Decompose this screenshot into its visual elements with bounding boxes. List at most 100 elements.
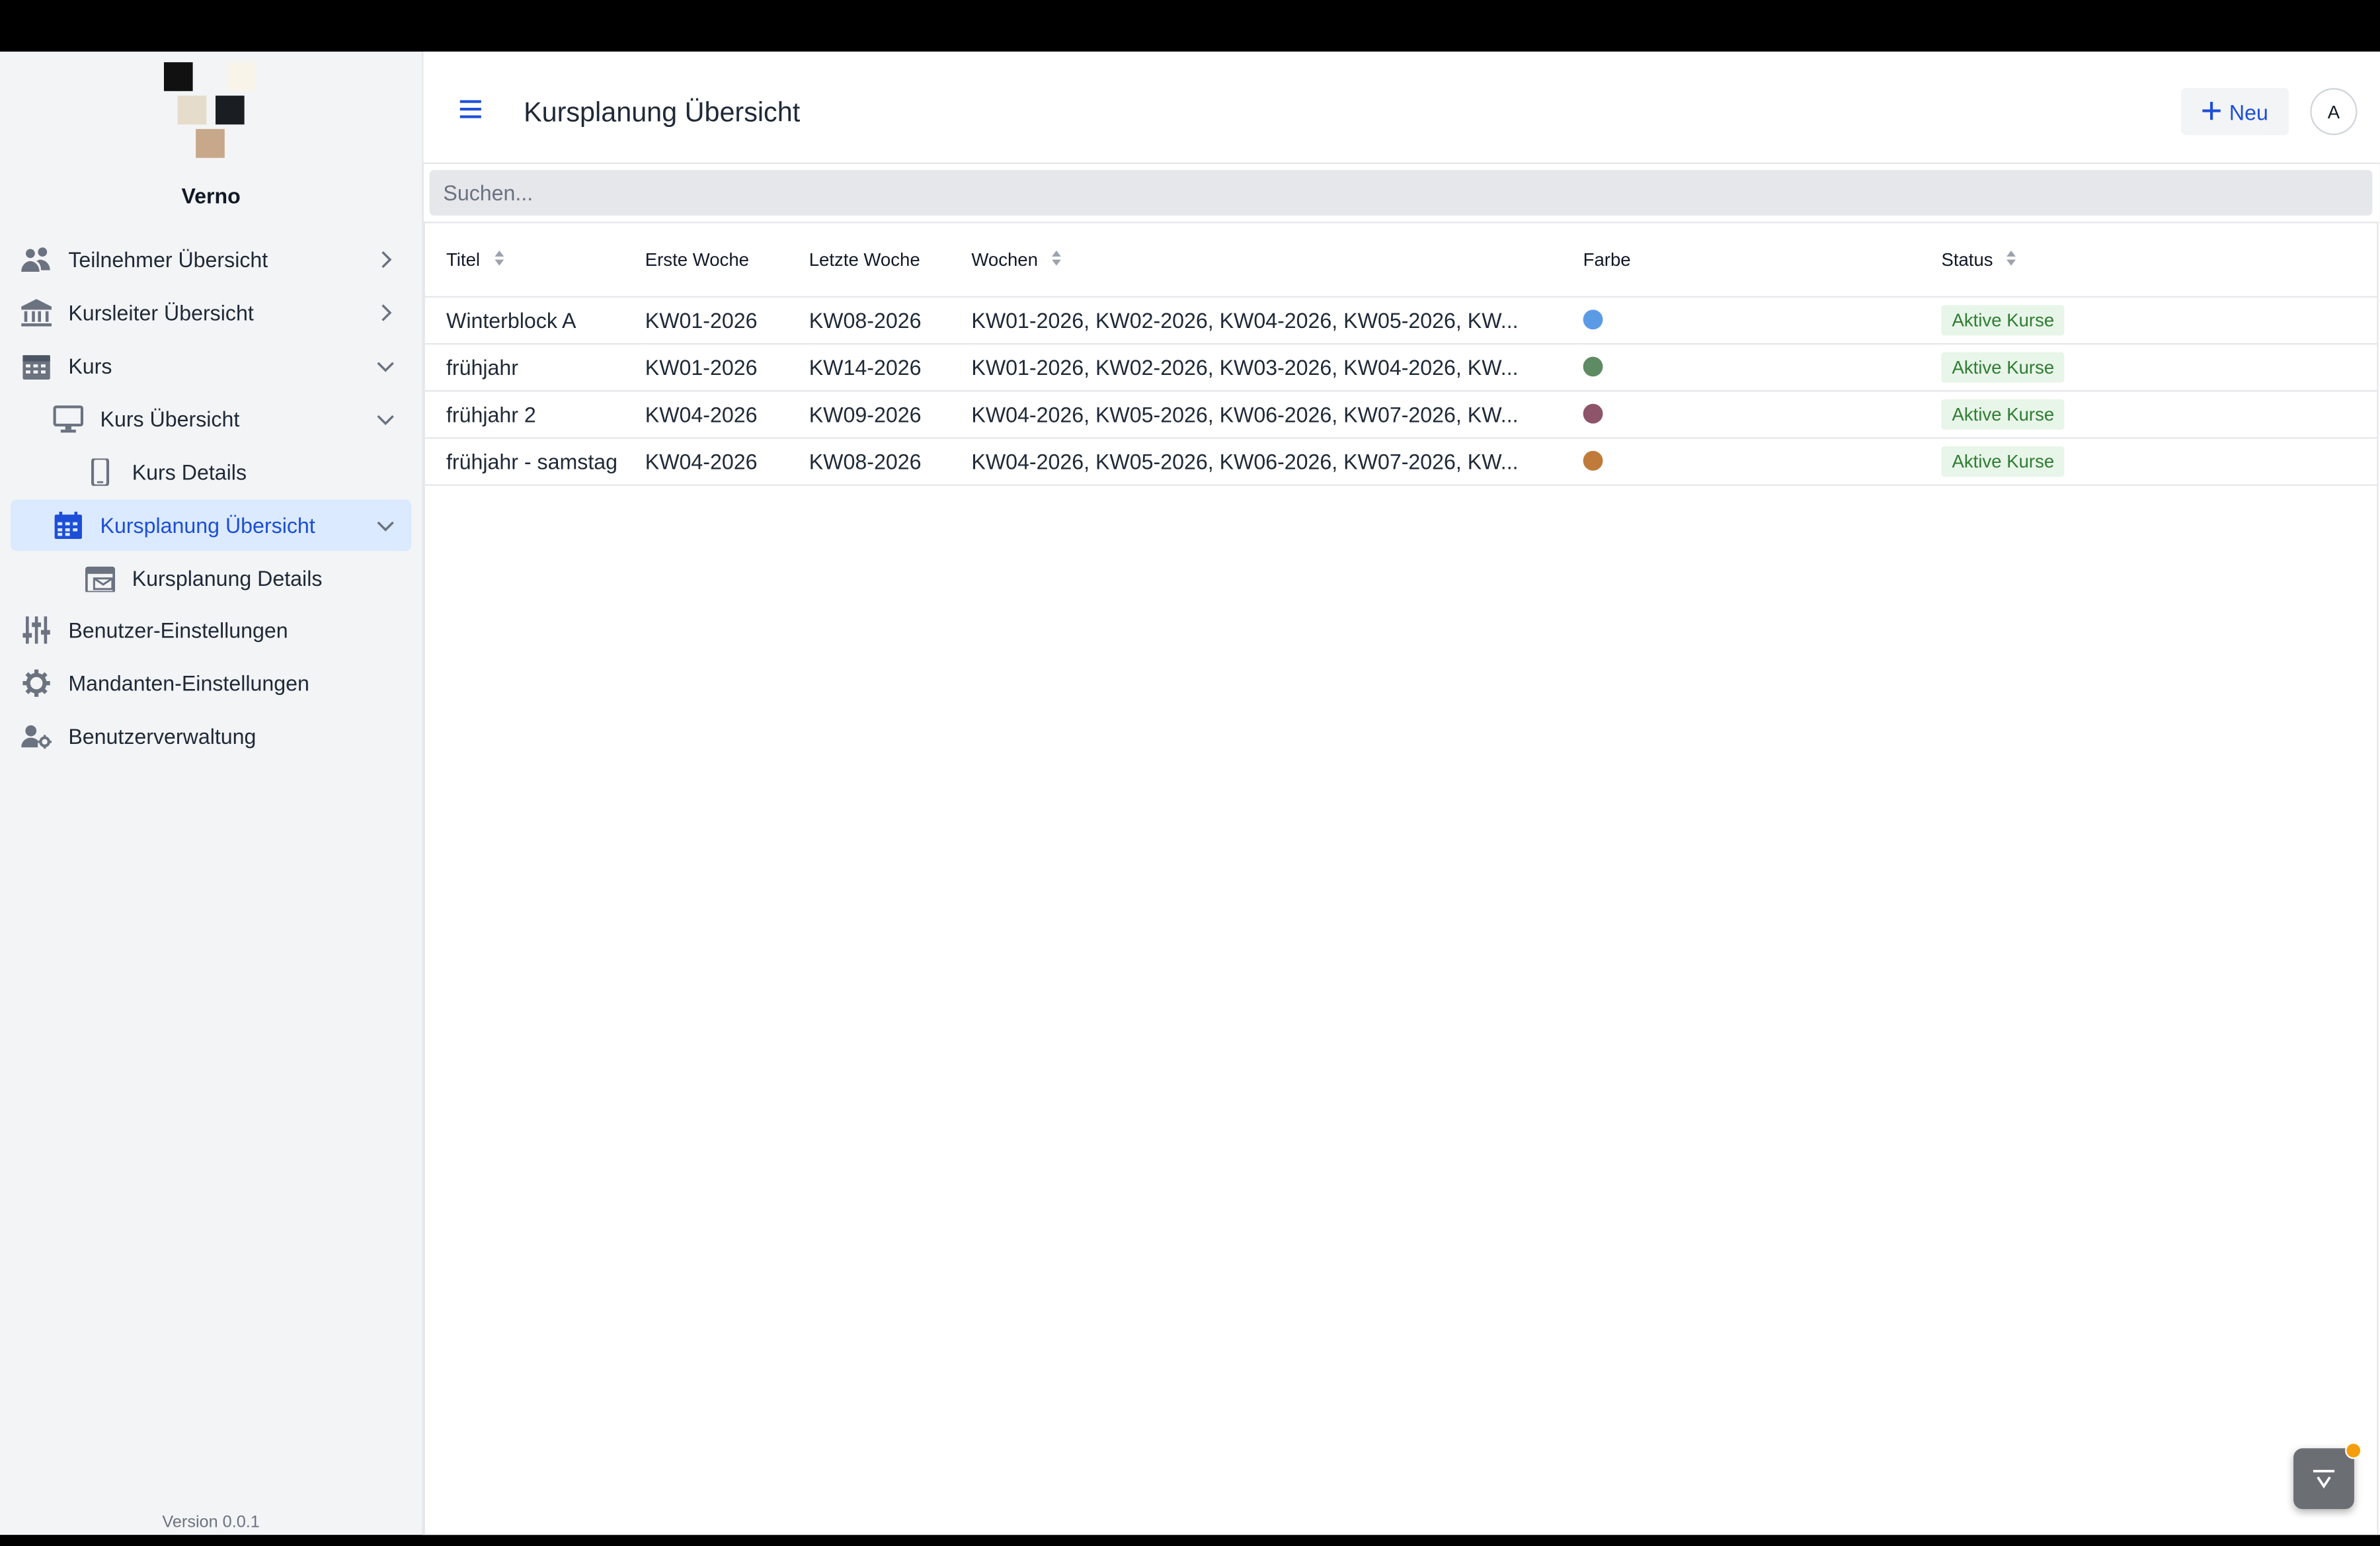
- cell-wochen-text: KW04-2026, KW05-2026, KW06-2026, KW07-20…: [971, 449, 1519, 474]
- table-header-row: Titel Erste Woche Letzte Woche Wochen Fa…: [424, 223, 2377, 298]
- sidebar-item-teilnehmer-uebersicht[interactable]: Teilnehmer Übersicht: [11, 234, 411, 286]
- chevron-right-icon: [375, 302, 396, 323]
- sidebar-item-label: Kursplanung Details: [132, 566, 323, 591]
- sidebar-item-kurs-details[interactable]: Kurs Details: [11, 446, 411, 498]
- monitor-icon: [53, 405, 84, 433]
- plus-icon: [2202, 99, 2221, 124]
- cell-erste-woche: KW01-2026: [645, 296, 809, 345]
- search-input[interactable]: [429, 170, 2373, 216]
- column-header-letzte-woche: Letzte Woche: [809, 223, 972, 298]
- bank-icon: [21, 299, 52, 327]
- phone-icon: [85, 458, 116, 486]
- column-header-label: Status: [1941, 248, 1993, 270]
- hamburger-menu-icon[interactable]: [459, 99, 485, 120]
- chevron-right-icon: [375, 249, 396, 270]
- sidebar-item-label: Teilnehmer Übersicht: [68, 247, 268, 272]
- column-header-label: Titel: [446, 248, 481, 270]
- cell-wochen-text: KW04-2026, KW05-2026, KW06-2026, KW07-20…: [971, 402, 1519, 427]
- brand-name: Verno: [181, 183, 241, 208]
- cell-farbe: [1583, 391, 1942, 439]
- color-swatch: [1583, 450, 1603, 471]
- sidebar-item-kursleiter-uebersicht[interactable]: Kursleiter Übersicht: [11, 287, 411, 339]
- users-icon: [21, 246, 52, 273]
- cell-status: Aktive Kurse: [1941, 344, 2377, 392]
- cell-wochen-text: KW01-2026, KW02-2026, KW04-2026, KW05-20…: [971, 308, 1519, 333]
- sort-icon[interactable]: [2007, 249, 2016, 270]
- cell-farbe: [1583, 344, 1942, 392]
- column-header-erste-woche: Erste Woche: [645, 223, 809, 298]
- column-header-wochen[interactable]: Wochen: [971, 223, 1583, 298]
- search-bar: [429, 170, 2373, 216]
- sidebar-item-label: Kursplanung Übersicht: [100, 513, 315, 538]
- user-gear-icon: [21, 723, 52, 750]
- column-header-label: Wochen: [971, 248, 1038, 270]
- cell-farbe: [1583, 438, 1942, 486]
- main-content: Kursplanung Übersicht Neu A Titel: [423, 52, 2380, 1535]
- cell-letzte-woche: KW09-2026: [809, 391, 972, 439]
- brand-logo: [163, 62, 255, 158]
- app-root: Verno Teilnehmer Übersicht Kursleiter Üb…: [0, 0, 2380, 1535]
- new-button[interactable]: Neu: [2181, 88, 2289, 136]
- column-header-farbe: Farbe: [1583, 223, 1942, 298]
- cell-farbe: [1583, 296, 1942, 345]
- sidebar-item-kurs-uebersicht[interactable]: Kurs Übersicht: [11, 393, 411, 445]
- sidebar-item-label: Kurs Details: [132, 460, 247, 485]
- page-header: Kursplanung Übersicht Neu A: [423, 52, 2380, 164]
- cell-wochen: KW01-2026, KW02-2026, KW04-2026, KW05-20…: [971, 296, 1583, 345]
- sidebar-item-benutzerverwaltung[interactable]: Benutzerverwaltung: [11, 710, 411, 762]
- chevron-down-icon: [375, 355, 396, 376]
- column-header-titel[interactable]: Titel: [424, 223, 645, 298]
- sidebar: Verno Teilnehmer Übersicht Kursleiter Üb…: [0, 52, 424, 1535]
- data-table: Titel Erste Woche Letzte Woche Wochen Fa…: [424, 223, 2377, 486]
- sidebar-item-label: Benutzerverwaltung: [68, 724, 257, 749]
- sidebar-item-kursplanung-uebersicht[interactable]: Kursplanung Übersicht: [11, 499, 412, 551]
- sidebar-item-kurs[interactable]: Kurs: [11, 340, 411, 391]
- sidebar-item-label: Benutzer-Einstellungen: [68, 618, 288, 643]
- table-row[interactable]: frühjahr - samstag KW04-2026 KW08-2026 K…: [424, 438, 2377, 486]
- cell-wochen-text: KW01-2026, KW02-2026, KW03-2026, KW04-20…: [971, 355, 1519, 380]
- sliders-icon: [21, 616, 52, 644]
- calendar-envelope-icon: [85, 565, 116, 592]
- color-swatch: [1583, 309, 1603, 329]
- table-row[interactable]: frühjahr 2 KW04-2026 KW09-2026 KW04-2026…: [424, 391, 2377, 439]
- cell-letzte-woche: KW08-2026: [809, 438, 972, 486]
- floating-action-button[interactable]: [2293, 1448, 2354, 1510]
- table-row[interactable]: frühjahr KW01-2026 KW14-2026 KW01-2026, …: [424, 344, 2377, 392]
- color-swatch: [1583, 356, 1603, 376]
- cell-titel: frühjahr - samstag: [424, 438, 645, 486]
- cell-status: Aktive Kurse: [1941, 438, 2377, 486]
- top-bar: [0, 0, 2380, 52]
- page-title: Kursplanung Übersicht: [524, 97, 801, 128]
- calendar-icon: [53, 511, 83, 540]
- cell-titel: frühjahr: [424, 344, 645, 392]
- status-badge: Aktive Kurse: [1941, 446, 2065, 477]
- filter-funnel-icon: [2312, 1467, 2336, 1498]
- app-version: Version 0.0.1: [162, 1514, 260, 1532]
- cell-titel: frühjahr 2: [424, 391, 645, 439]
- color-swatch: [1583, 403, 1603, 424]
- chevron-down-icon: [375, 409, 396, 430]
- status-badge: Aktive Kurse: [1941, 305, 2065, 336]
- sidebar-item-label: Kurs Übersicht: [100, 407, 240, 432]
- cell-status: Aktive Kurse: [1941, 391, 2377, 439]
- sidebar-item-label: Kurs: [68, 353, 112, 378]
- sort-icon[interactable]: [1052, 249, 1062, 270]
- cell-erste-woche: KW04-2026: [645, 438, 809, 486]
- column-header-status[interactable]: Status: [1941, 223, 2377, 298]
- course-planning-table: Titel Erste Woche Letzte Woche Wochen Fa…: [423, 222, 2379, 1535]
- sidebar-item-kursplanung-details[interactable]: Kursplanung Details: [11, 553, 411, 604]
- gear-icon: [21, 669, 52, 697]
- chevron-down-icon: [375, 514, 396, 536]
- sidebar-item-benutzer-einstellungen[interactable]: Benutzer-Einstellungen: [11, 604, 411, 656]
- table-row[interactable]: Winterblock A KW01-2026 KW08-2026 KW01-2…: [424, 296, 2377, 345]
- sidebar-item-mandanten-einstellungen[interactable]: Mandanten-Einstellungen: [11, 657, 411, 709]
- cell-titel: Winterblock A: [424, 296, 645, 345]
- cell-erste-woche: KW04-2026: [645, 391, 809, 439]
- cell-status: Aktive Kurse: [1941, 296, 2377, 345]
- cell-letzte-woche: KW08-2026: [809, 296, 972, 345]
- sidebar-item-label: Mandanten-Einstellungen: [68, 671, 309, 696]
- cell-wochen: KW01-2026, KW02-2026, KW03-2026, KW04-20…: [971, 344, 1583, 392]
- avatar[interactable]: A: [2310, 88, 2358, 136]
- status-badge: Aktive Kurse: [1941, 352, 2065, 383]
- sort-icon[interactable]: [494, 249, 504, 270]
